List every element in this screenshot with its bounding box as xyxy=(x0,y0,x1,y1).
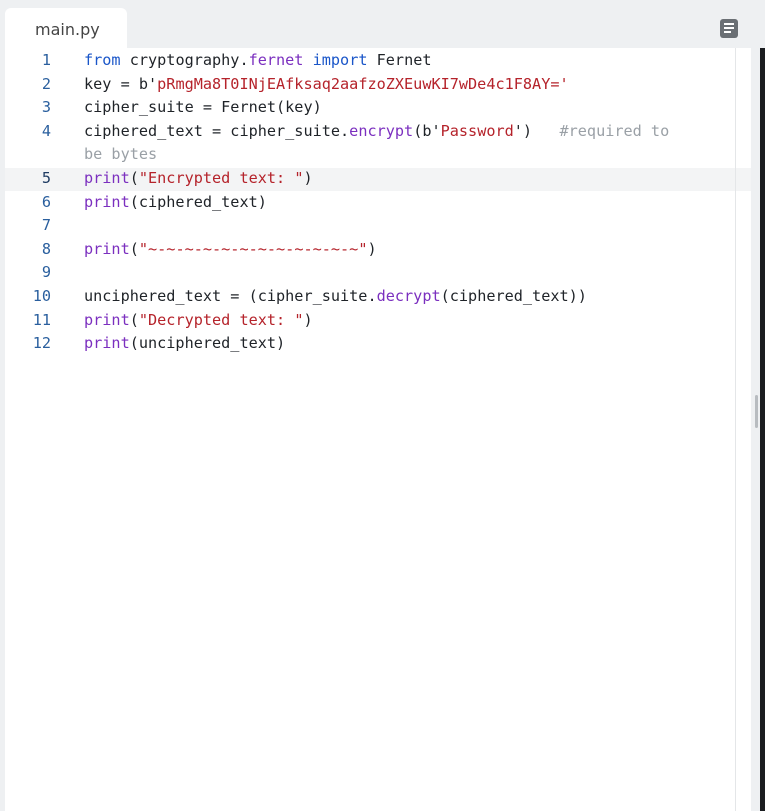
code-token: (ciphered_text) xyxy=(129,192,267,211)
code-token: unciphered_text = (cipher_suite. xyxy=(84,287,377,305)
code-token: cipher_suite = Fernet(key) xyxy=(84,98,322,117)
code-editor[interactable]: 1 from cryptography.fernet import Fernet 2… xyxy=(5,48,751,811)
code-line[interactable]: 5 print("Encrypted text: ") xyxy=(5,167,735,191)
code-token: Password xyxy=(440,121,514,140)
code-token: print xyxy=(84,310,130,329)
line-number: 1 xyxy=(41,51,51,69)
code-line[interactable]: 11 print("Decrypted text: ") xyxy=(5,309,735,333)
code-text: unciphered_text = (cipher_suite.decrypt(… xyxy=(84,285,587,309)
code-token: (unciphered_text) xyxy=(129,334,286,353)
code-token: ( xyxy=(129,239,139,258)
code-line[interactable]: 10 unciphered_text = (cipher_suite.decryp… xyxy=(5,285,735,309)
code-token: "~-~-~-~-~-~-~-~-~-~-~-~" xyxy=(138,239,368,258)
line-number: 12 xyxy=(32,334,51,353)
code-text: from cryptography.fernet import Fernet xyxy=(84,49,432,73)
code-line[interactable]: 1 from cryptography.fernet import Fernet xyxy=(5,49,735,73)
code-line[interactable]: 12 print(unciphered_text) xyxy=(5,332,735,356)
code-token: encrypt xyxy=(349,121,414,140)
code-line[interactable]: 2 key = b'pRmgMa8T0INjEAfksaq2aafzoZXEuwK… xyxy=(5,73,735,97)
code-token: ciphered_text = cipher_suite. xyxy=(84,121,350,140)
code-token: print xyxy=(84,169,130,187)
tab-main-py[interactable]: main.py xyxy=(5,8,127,48)
line-number: 10 xyxy=(32,287,51,305)
code-token: key = b' xyxy=(84,74,158,93)
code-text: print("~-~-~-~-~-~-~-~-~-~-~-~") xyxy=(84,238,377,262)
code-line[interactable]: 7 xyxy=(5,214,735,238)
line-number: 11 xyxy=(32,310,51,329)
code-token: print xyxy=(84,239,130,258)
line-number: 2 xyxy=(41,74,51,93)
code-line[interactable]: 6 print(ciphered_text) xyxy=(5,191,735,215)
code-line[interactable]: 8 print("~-~-~-~-~-~-~-~-~-~-~-~") xyxy=(5,238,735,262)
code-token: print xyxy=(84,192,130,211)
line-number: 4 xyxy=(41,121,51,140)
code-token: pRmgMa8T0INjEAfksaq2aafzoZXEuwKI7wDe4c1F… xyxy=(157,74,560,93)
code-token: ' xyxy=(559,74,569,93)
line-number: 6 xyxy=(41,192,51,211)
line-number: 9 xyxy=(41,263,51,282)
panel-resize-handle[interactable] xyxy=(755,395,758,428)
line-number: 8 xyxy=(41,239,51,258)
tab-label: main.py xyxy=(35,20,100,39)
line-number: 3 xyxy=(41,98,51,117)
code-text: print(unciphered_text) xyxy=(84,332,285,356)
code-token: from xyxy=(84,51,121,69)
code-text: print(ciphered_text) xyxy=(84,191,267,215)
code-token: print xyxy=(84,334,130,353)
tab-bar: main.py xyxy=(0,0,765,48)
code-token: "Decrypted text: " xyxy=(138,310,304,329)
code-token: "Encrypted text: " xyxy=(138,169,304,187)
code-line[interactable]: 4 ciphered_text = cipher_suite.encrypt(b'… xyxy=(5,120,735,167)
code-token: ( xyxy=(129,169,139,187)
print-margin xyxy=(735,48,736,811)
code-text: cipher_suite = Fernet(key) xyxy=(84,96,322,120)
code-token: (b' xyxy=(413,121,441,140)
code-token: fernet xyxy=(248,51,304,69)
code-text: ciphered_text = cipher_suite.encrypt(b'P… xyxy=(84,120,669,167)
line-number: 7 xyxy=(41,216,51,235)
code-token: ) xyxy=(303,169,313,187)
code-token: (ciphered_text)) xyxy=(440,287,587,305)
code-line[interactable]: 9 xyxy=(5,261,735,285)
code-token: ) xyxy=(367,239,377,258)
code-token: Fernet xyxy=(367,51,432,69)
code-text: print("Decrypted text: ") xyxy=(84,309,313,333)
line-number: 5 xyxy=(41,169,51,187)
code-token: ( xyxy=(129,310,139,329)
console-panel-edge xyxy=(760,48,765,811)
code-token: ) xyxy=(303,310,313,329)
code-token: decrypt xyxy=(376,287,441,305)
code-token: import xyxy=(312,51,368,69)
code-token: cryptography. xyxy=(120,51,249,69)
code-line[interactable]: 3 cipher_suite = Fernet(key) xyxy=(5,96,735,120)
code-text: print("Encrypted text: ") xyxy=(84,167,313,191)
code-token: ') xyxy=(513,121,560,140)
list-menu-icon[interactable] xyxy=(720,19,738,38)
code-text: key = b'pRmgMa8T0INjEAfksaq2aafzoZXEuwKI… xyxy=(84,73,569,97)
